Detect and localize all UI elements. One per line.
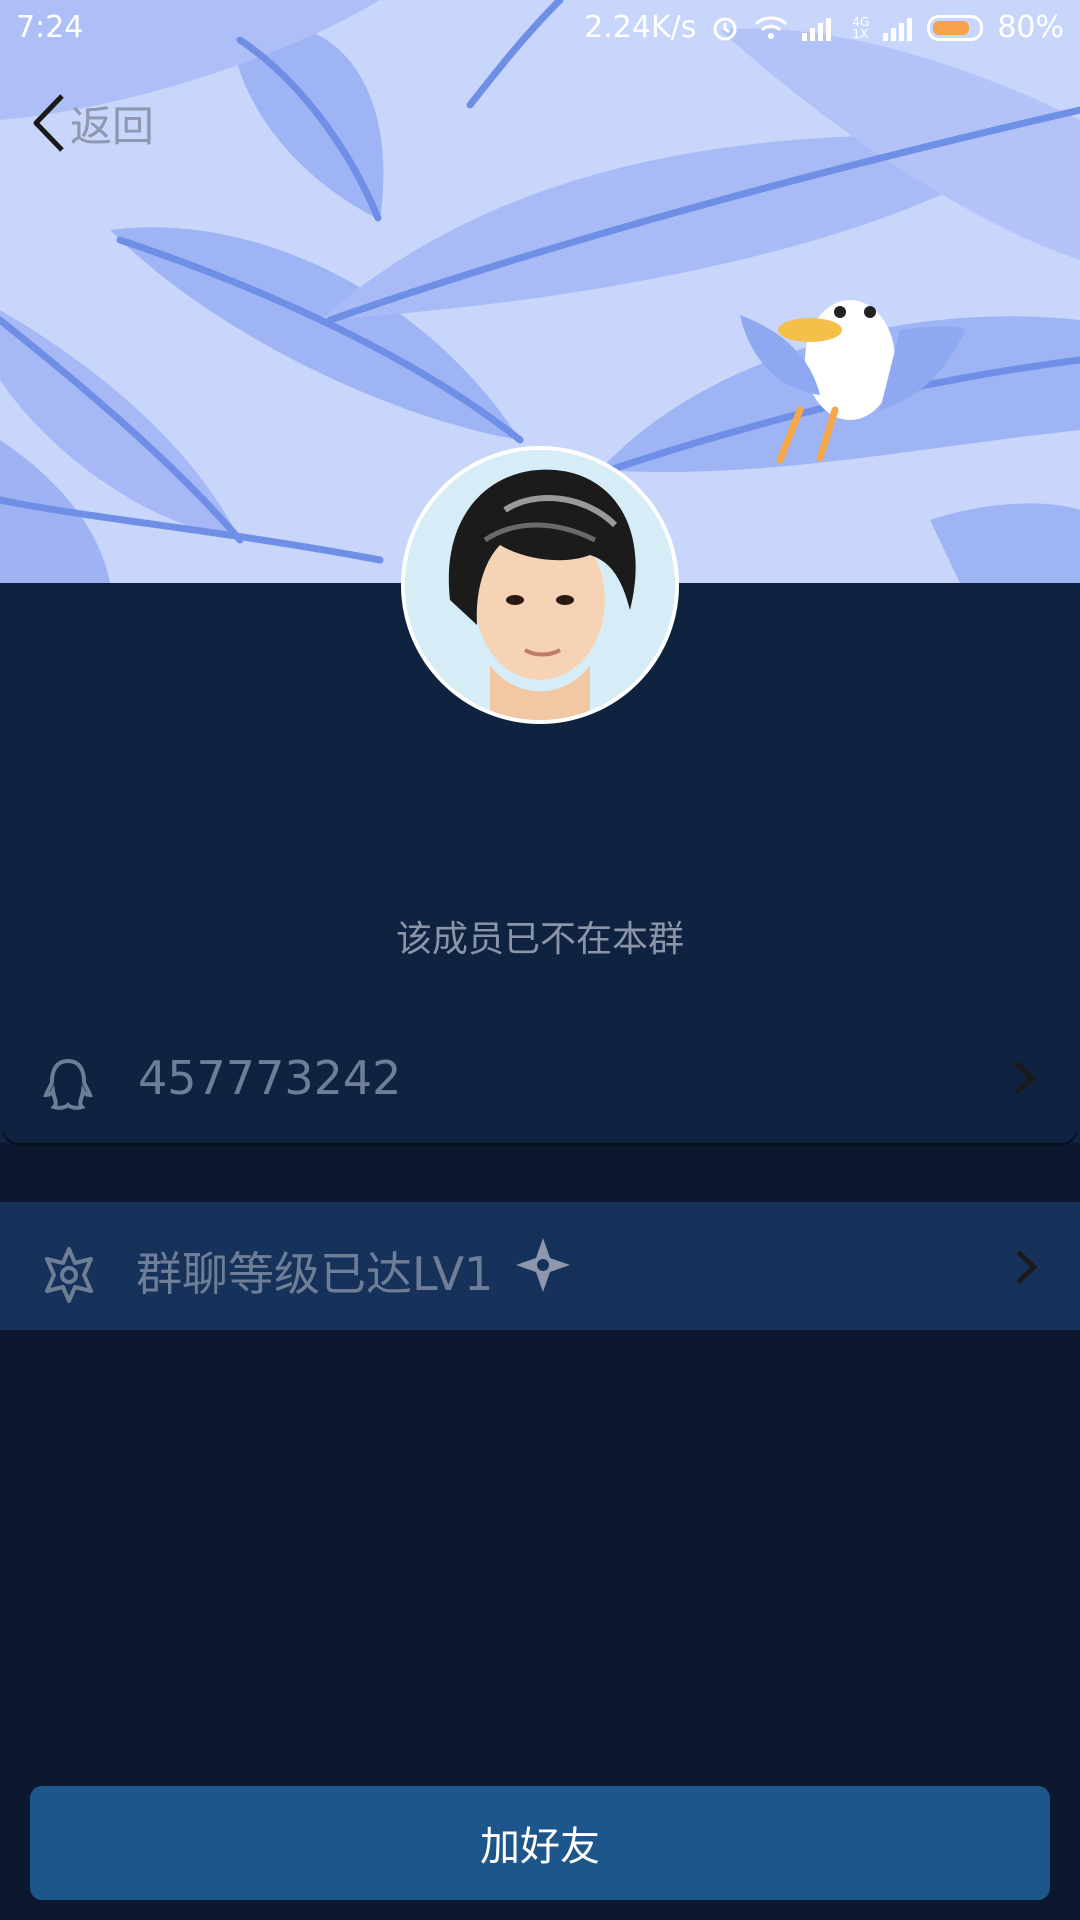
- network-speed: 2.24K/s: [584, 10, 697, 45]
- chevron-left-icon: [33, 94, 64, 152]
- alarm-icon: [713, 17, 737, 40]
- avatar[interactable]: [401, 446, 679, 724]
- back-button[interactable]: 返回: [28, 92, 154, 154]
- battery-icon: [927, 14, 984, 41]
- wifi-icon: [755, 16, 788, 39]
- group-level-text: 群聊等级已达LV1: [136, 1247, 494, 1301]
- signal-icon-2: [883, 17, 913, 41]
- chevron-right-icon: [1014, 1061, 1036, 1095]
- group-level-row[interactable]: 群聊等级已达LV1: [0, 1202, 1080, 1330]
- diamond-star-icon: [516, 1238, 570, 1292]
- signal-icon: [802, 17, 832, 41]
- member-left-notice: 该成员已不在本群: [395, 919, 684, 960]
- qq-number-row[interactable]: 457773242: [2, 1013, 1078, 1143]
- status-bar: 7:24 2.24K/s 4G 1X 80%: [0, 0, 1080, 56]
- back-label: 返回: [70, 101, 155, 151]
- battery-percent: 80%: [997, 10, 1064, 45]
- status-time: 7:24: [16, 10, 84, 45]
- qq-number: 457773242: [138, 1051, 402, 1105]
- add-friend-button[interactable]: 加好友: [30, 1786, 1050, 1900]
- status-indicators: 2.24K/s 4G 1X 80%: [584, 10, 1064, 45]
- qq-penguin-icon: [43, 1058, 93, 1110]
- chevron-right-icon: [1016, 1250, 1038, 1284]
- avatar-image: [405, 450, 675, 720]
- network-type: 4G 1X: [852, 14, 870, 41]
- star-badge-icon: [45, 1247, 93, 1303]
